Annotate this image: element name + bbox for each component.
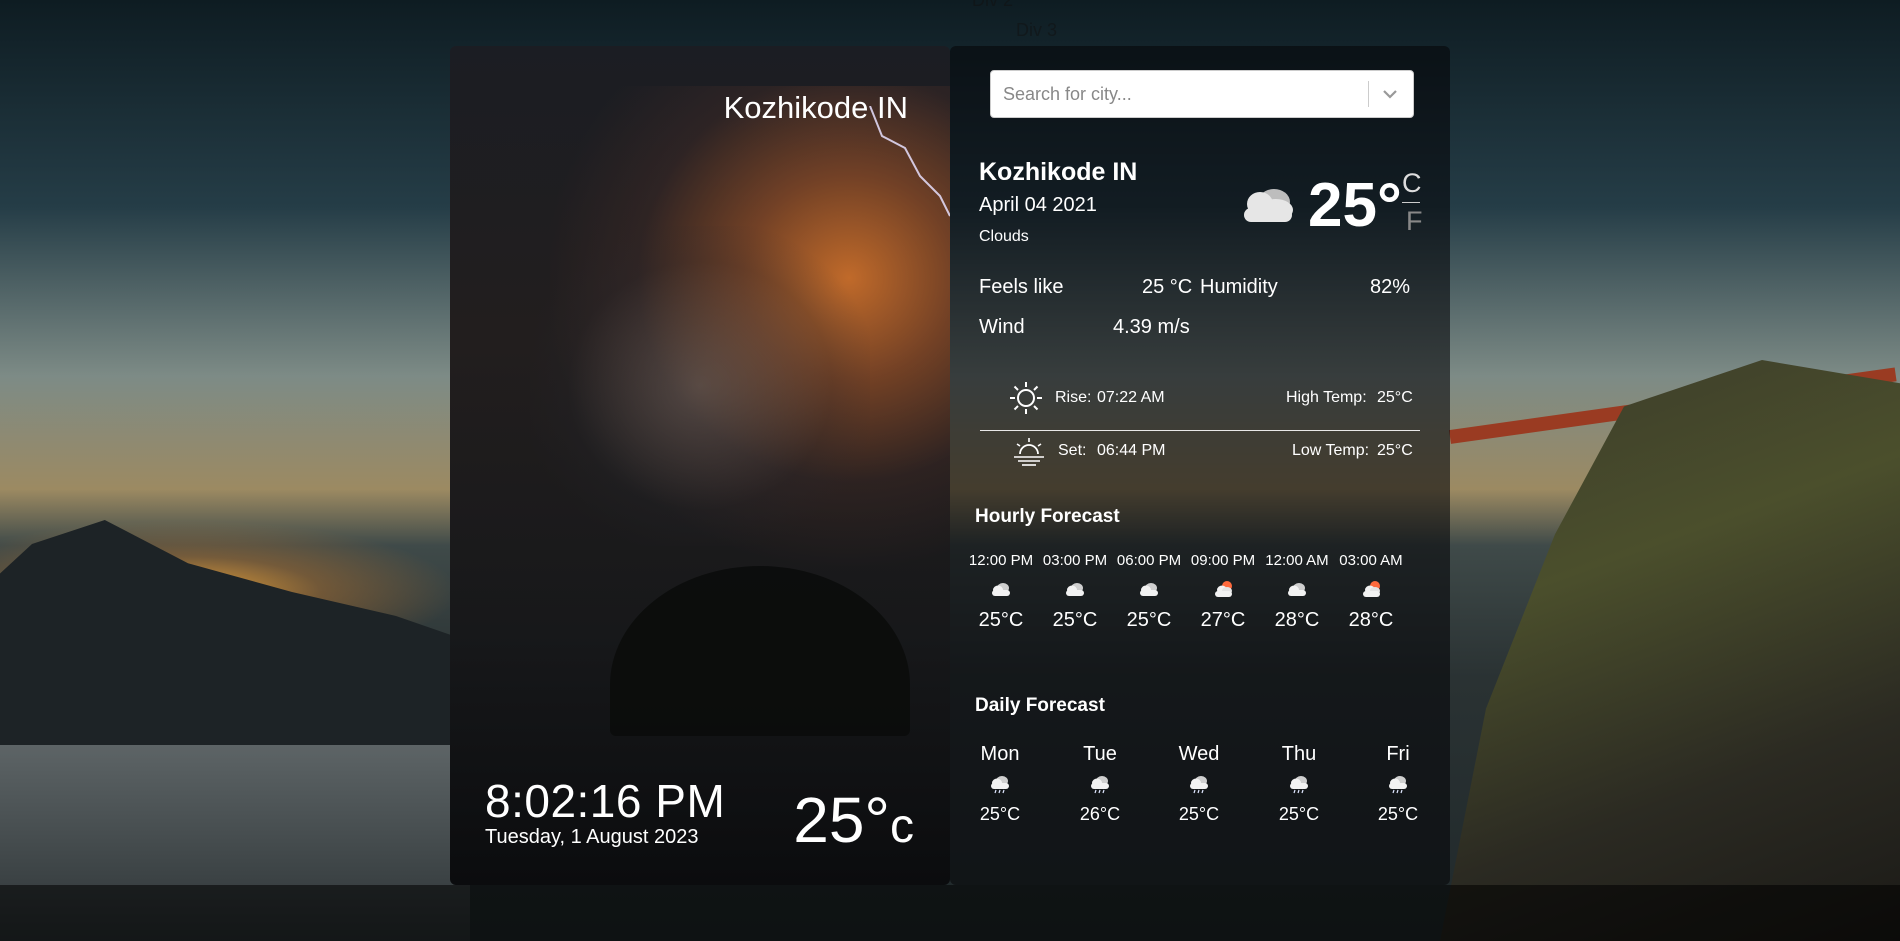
hourly-time: 03:00 PM (1042, 552, 1108, 569)
chevron-down-icon[interactable] (1377, 81, 1403, 107)
wind-label: Wind (979, 316, 1025, 338)
cloud-icon (1244, 189, 1293, 222)
clock-time: 8:02:16 PM (485, 775, 726, 827)
low-temp-label: Low Temp: (1292, 442, 1370, 459)
left-temp-value: 25° (793, 784, 890, 856)
hourly-item: 03:00 AM 28°C (1334, 552, 1408, 632)
cloud-icon (1137, 580, 1161, 598)
feels-like-label: Feels like (979, 276, 1064, 298)
daily-forecast-title: Daily Forecast (975, 695, 1105, 716)
rock-cliff (1440, 360, 1900, 941)
daily-day: Mon (980, 743, 1020, 765)
sun-divider (980, 430, 1420, 431)
sunrise-time: 07:22 AM (1097, 389, 1165, 406)
rain-cloud-icon (1287, 774, 1311, 794)
cloud-icon (989, 580, 1013, 598)
hourly-item: 09:00 PM 27°C (1186, 552, 1260, 632)
hourly-item: 12:00 PM 25°C (964, 552, 1038, 632)
humidity-label: Humidity (1200, 276, 1278, 298)
sunset-label: Set: (1058, 442, 1087, 459)
hourly-temp: 25°C (1126, 609, 1172, 631)
rain-cloud-icon (1088, 774, 1112, 794)
sun-cloud-icon (1359, 580, 1383, 598)
rain-cloud-icon (1187, 774, 1211, 794)
city-search[interactable] (990, 70, 1414, 118)
island-silhouette (610, 566, 910, 736)
wind-value: 4.39 m/s (1113, 316, 1190, 338)
left-temperature: 25°c (793, 783, 914, 857)
right-panel: Kozhikode IN April 04 2021 Clouds 25° C … (950, 46, 1450, 885)
hourly-temp: 28°C (1274, 609, 1320, 631)
search-separator (1368, 81, 1369, 107)
storm-cloud (530, 226, 870, 546)
daily-temp: 26°C (1079, 804, 1121, 824)
cloud-icon (1285, 580, 1309, 598)
left-city-name: Kozhikode IN (723, 90, 908, 125)
daily-day: Wed (1178, 743, 1220, 765)
hourly-time: 09:00 PM (1190, 552, 1256, 569)
low-temp-value: 25°C (1377, 442, 1413, 459)
clock-date: Tuesday, 1 August 2023 (485, 826, 699, 848)
daily-temp: 25°C (1377, 804, 1419, 824)
current-date: April 04 2021 (979, 194, 1097, 216)
current-city: Kozhikode IN (979, 158, 1138, 186)
feels-like-value: 25 °C (1142, 276, 1193, 298)
daily-day: Tue (1083, 743, 1117, 765)
rain-cloud-icon (988, 774, 1012, 794)
cloud-icon (1063, 580, 1087, 598)
sun-cloud-icon (1211, 580, 1235, 598)
celsius-toggle[interactable]: C (1402, 168, 1422, 199)
sunrise-label: Rise: (1055, 389, 1092, 406)
daily-item: Mon 25°C (960, 743, 1040, 825)
search-input[interactable] (991, 71, 1361, 117)
sunset-icon (1014, 438, 1044, 466)
hourly-temp: 27°C (1200, 609, 1246, 631)
high-temp-value: 25°C (1377, 389, 1413, 406)
humidity-value: 82% (1370, 276, 1411, 298)
daily-item: Fri 25°C (1358, 743, 1438, 825)
hourly-temp: 25°C (978, 609, 1024, 631)
daily-temp: 25°C (979, 804, 1021, 824)
lightning-icon (869, 106, 950, 217)
hourly-time: 12:00 PM (968, 552, 1034, 569)
bottom-shade (0, 885, 1900, 941)
daily-day: Fri (1386, 743, 1410, 765)
unit-divider (1402, 202, 1420, 203)
fahrenheit-toggle[interactable]: F (1406, 206, 1423, 237)
current-condition: Clouds (979, 228, 1029, 245)
left-panel: Kozhikode IN 8:02:16 PM Tuesday, 1 Augus… (450, 46, 950, 885)
ghost-text-div2: Div 2 (972, 0, 1014, 10)
daily-day: Thu (1281, 743, 1317, 765)
left-temp-unit: c (890, 800, 914, 853)
rain-cloud-icon (1386, 774, 1410, 794)
hourly-item: 06:00 PM 25°C (1112, 552, 1186, 632)
hourly-time: 12:00 AM (1265, 552, 1329, 569)
hourly-forecast-title: Hourly Forecast (975, 506, 1120, 527)
high-temp-label: High Temp: (1286, 389, 1367, 406)
daily-item: Tue 26°C (1060, 743, 1140, 825)
daily-temp: 25°C (1178, 804, 1220, 824)
daily-item: Wed 25°C (1159, 743, 1239, 825)
daily-temp: 25°C (1278, 804, 1320, 824)
hourly-temp: 25°C (1052, 609, 1098, 631)
ghost-text-div3: Div 3 (1016, 20, 1058, 40)
sunset-time: 06:44 PM (1097, 442, 1166, 459)
hourly-time: 06:00 PM (1116, 552, 1182, 569)
current-temperature: 25° (1308, 171, 1402, 240)
sunrise-icon (1010, 382, 1042, 414)
hourly-temp: 28°C (1348, 609, 1394, 631)
hourly-time: 03:00 AM (1339, 552, 1403, 569)
hourly-item: 03:00 PM 25°C (1038, 552, 1112, 632)
daily-item: Thu 25°C (1259, 743, 1339, 825)
hourly-item: 12:00 AM 28°C (1260, 552, 1334, 632)
